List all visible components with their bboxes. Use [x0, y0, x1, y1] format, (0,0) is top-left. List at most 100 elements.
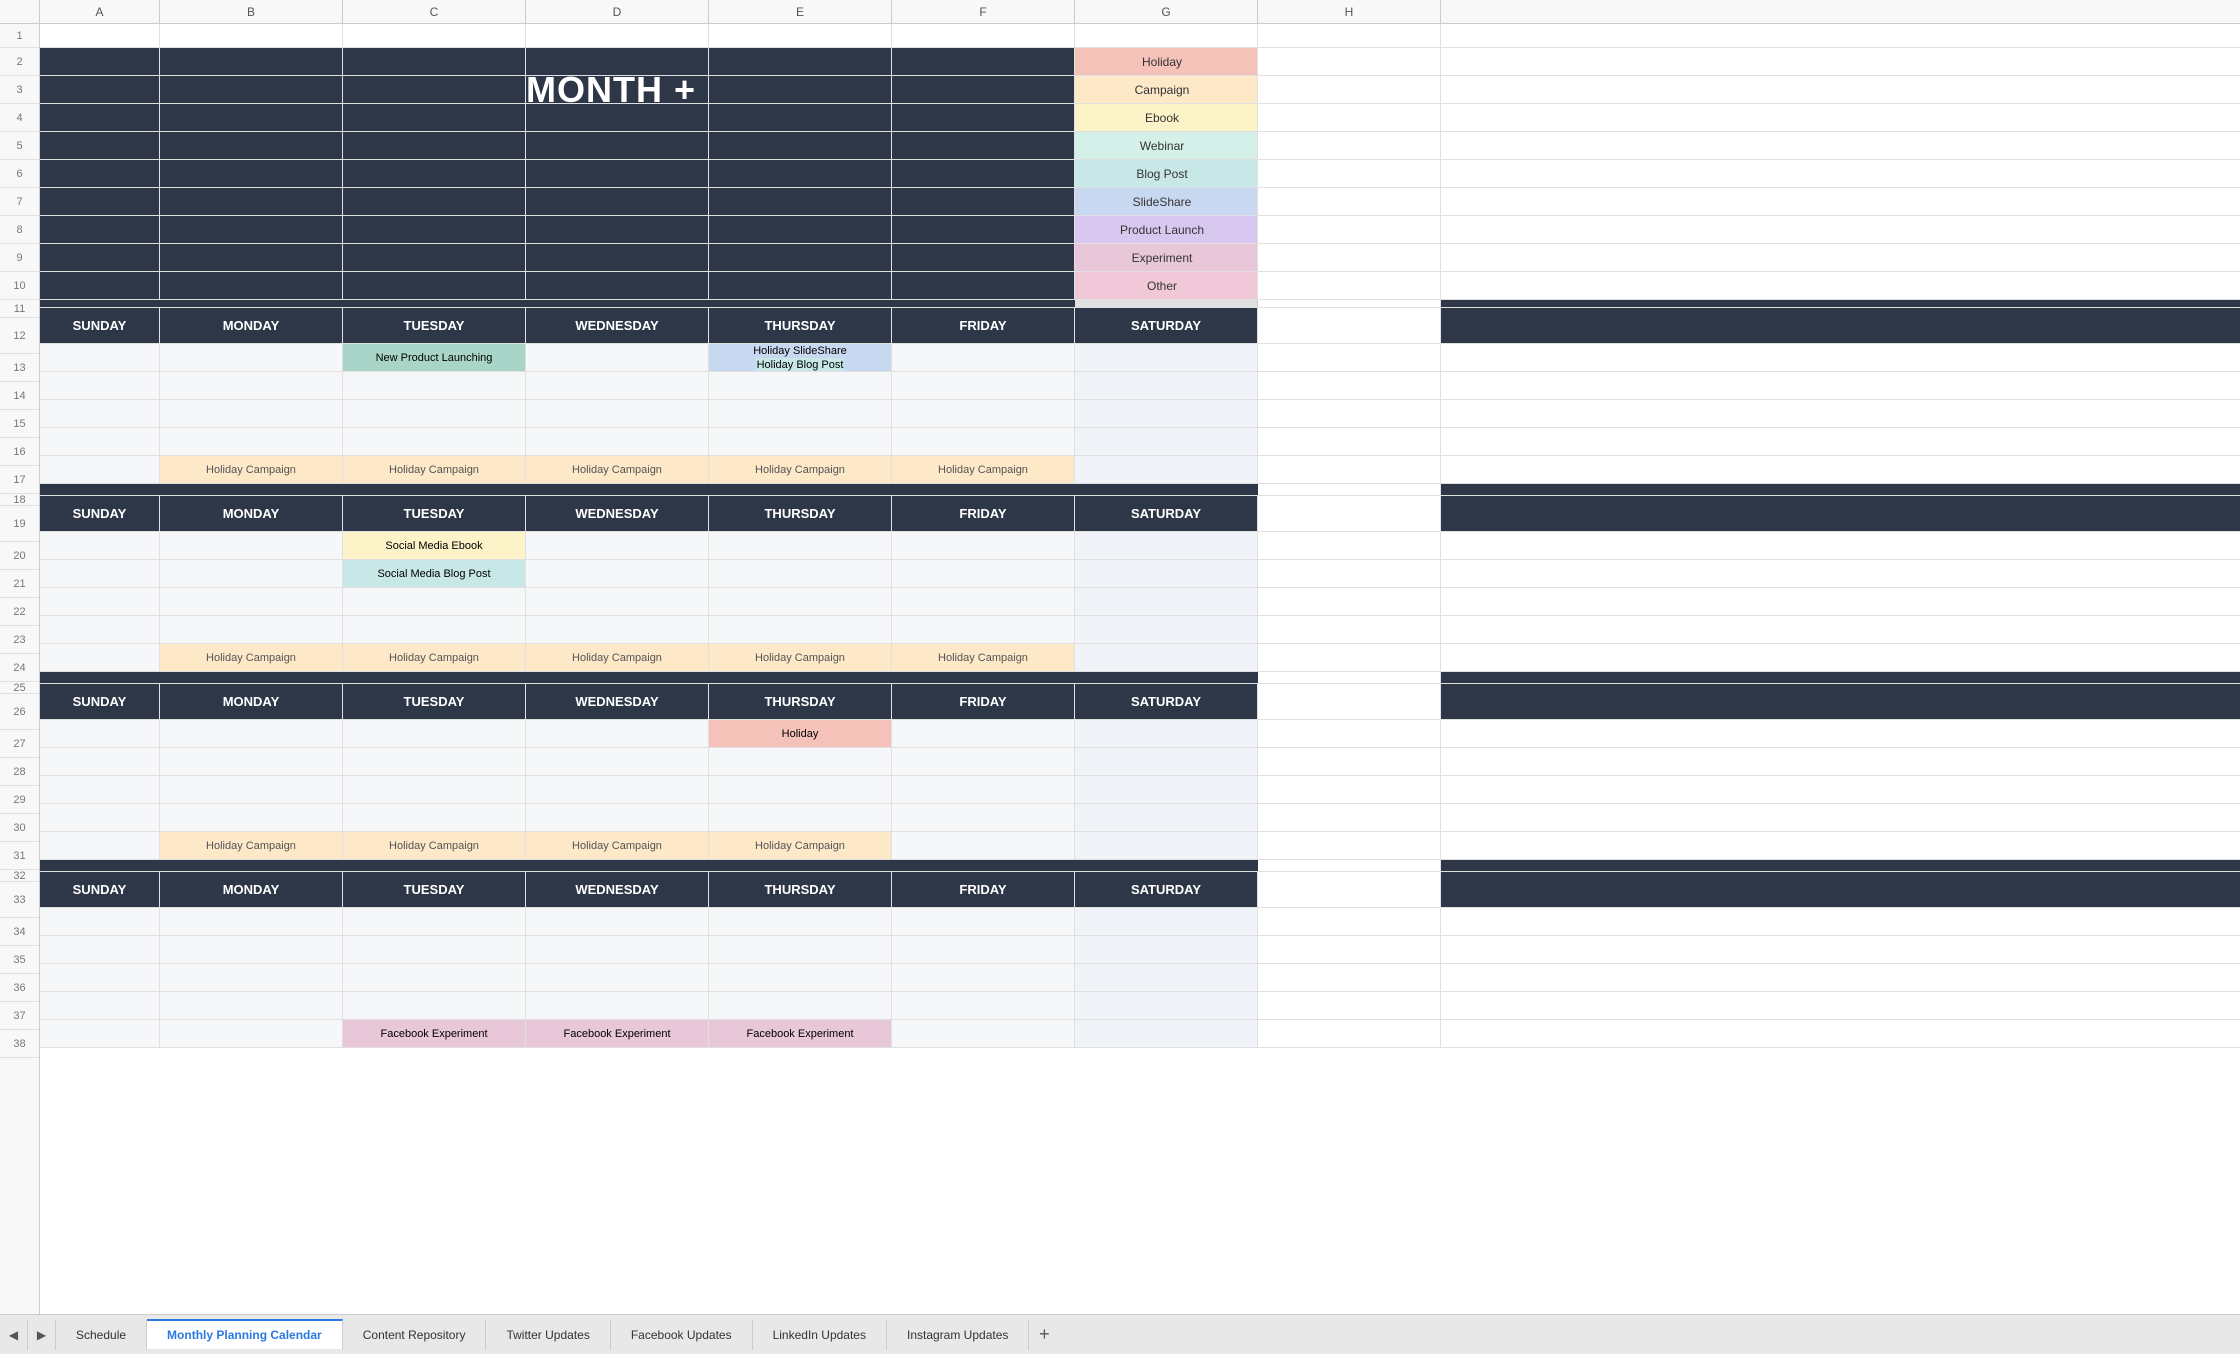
cell-r38-h [1258, 1020, 1441, 1047]
cell-r16-e [709, 428, 892, 455]
cell-r15-b [160, 400, 343, 427]
row-13: New Product Launching Holiday SlideShare… [40, 344, 2240, 372]
cell-r38-a [40, 1020, 160, 1047]
cell-r22-f [892, 588, 1075, 615]
cell-r30-b [160, 804, 343, 831]
cell-r14-g [1075, 372, 1258, 399]
cell-r37-a [40, 992, 160, 1019]
cell-r2-c [343, 48, 526, 75]
cell-r29-d [526, 776, 709, 803]
cell-r38-f [892, 1020, 1075, 1047]
cell-r24-a [40, 644, 160, 671]
cell-r6-g: Blog Post [1075, 160, 1258, 187]
tab-linkedin-updates[interactable]: LinkedIn Updates [753, 1320, 887, 1350]
cell-r29-a [40, 776, 160, 803]
cell-r16-a [40, 428, 160, 455]
cell-r30-a [40, 804, 160, 831]
cell-r36-d [526, 964, 709, 991]
cell-r27-c [343, 720, 526, 747]
row-26-week3-header: SUNDAY MONDAY TUESDAY WEDNESDAY THURSDAY… [40, 684, 2240, 720]
cell-r16-c [343, 428, 526, 455]
cell-r27-b [160, 720, 343, 747]
cell-r34-f [892, 908, 1075, 935]
cell-r27-h [1258, 720, 1441, 747]
cell-r2-d [526, 48, 709, 75]
day-header-tuesday-w2: TUESDAY [343, 496, 526, 531]
event-campaign-wed-w3: Holiday Campaign [526, 832, 709, 859]
cell-r23-e [709, 616, 892, 643]
tab-content-repository[interactable]: Content Repository [343, 1320, 487, 1350]
day-header-wednesday-w4: WEDNESDAY [526, 872, 709, 907]
cell-r35-d [526, 936, 709, 963]
tab-instagram-updates[interactable]: Instagram Updates [887, 1320, 1029, 1350]
cell-r23-f [892, 616, 1075, 643]
cell-r1-g [1075, 24, 1258, 47]
event-campaign-wed-w2: Holiday Campaign [526, 644, 709, 671]
cell-r34-c [343, 908, 526, 935]
event-campaign-mon-w2: Holiday Campaign [160, 644, 343, 671]
cell-r3-e [709, 76, 892, 103]
cell-r33-h [1258, 872, 1441, 907]
cell-r9-g: Experiment [1075, 244, 1258, 271]
cell-r23-d [526, 616, 709, 643]
tab-add-btn[interactable]: + [1029, 1320, 1059, 1350]
row-numbers: 1 2 3 4 5 6 7 8 9 10 11 12 13 14 15 16 1… [0, 24, 40, 1314]
cell-r2-g: Holiday [1075, 48, 1258, 75]
cell-r8-f [892, 216, 1075, 243]
tab-schedule[interactable]: Schedule [56, 1320, 147, 1350]
cell-r9-e [709, 244, 892, 271]
row-38: Facebook Experiment Facebook Experiment … [40, 1020, 2240, 1048]
cell-r31-a [40, 832, 160, 859]
event-campaign-fri-w2: Holiday Campaign [892, 644, 1075, 671]
event-campaign-thu-w2: Holiday Campaign [709, 644, 892, 671]
cell-r10-e [709, 272, 892, 299]
event-campaign-wed-w1: Holiday Campaign [526, 456, 709, 483]
cell-r21-f [892, 560, 1075, 587]
cell-r3-d: [INSERT MONTH + YEAR] [526, 76, 709, 103]
cell-r30-g [1075, 804, 1258, 831]
day-header-saturday-w2: SATURDAY [1075, 496, 1258, 531]
cell-r37-d [526, 992, 709, 1019]
cell-r17-g [1075, 456, 1258, 483]
cell-r7-c [343, 188, 526, 215]
cell-r9-a [40, 244, 160, 271]
row-31: Holiday Campaign Holiday Campaign Holida… [40, 832, 2240, 860]
tab-facebook-updates[interactable]: Facebook Updates [611, 1320, 753, 1350]
cell-r29-h [1258, 776, 1441, 803]
cell-r4-g: Ebook [1075, 104, 1258, 131]
cell-r16-d [526, 428, 709, 455]
cell-r30-h [1258, 804, 1441, 831]
cell-r38-g [1075, 1020, 1258, 1047]
cell-r36-g [1075, 964, 1258, 991]
day-header-monday-w2: MONDAY [160, 496, 343, 531]
event-social-blogpost: Social Media Blog Post [343, 560, 526, 587]
tab-monthly-planning-calendar[interactable]: Monthly Planning Calendar [147, 1319, 343, 1349]
row-15 [40, 400, 2240, 428]
cell-r3-a [40, 76, 160, 103]
cell-r10-b [160, 272, 343, 299]
cell-r29-g [1075, 776, 1258, 803]
cell-r21-h [1258, 560, 1441, 587]
cell-r10-d [526, 272, 709, 299]
cell-r20-d [526, 532, 709, 559]
spreadsheet-container: A B C D E F G H 1 2 3 4 5 6 7 8 9 10 11 … [0, 0, 2240, 1354]
cell-r10-c [343, 272, 526, 299]
cell-r14-h [1258, 372, 1441, 399]
row-12-week1-header: SUNDAY MONDAY TUESDAY WEDNESDAY THURSDAY… [40, 308, 2240, 344]
col-header-a: A [40, 0, 160, 23]
tab-twitter-updates[interactable]: Twitter Updates [486, 1320, 610, 1350]
cell-r10-h [1258, 272, 1441, 299]
cell-r22-d [526, 588, 709, 615]
cell-r8-d [526, 216, 709, 243]
cell-r15-f [892, 400, 1075, 427]
row-33-week4-header: SUNDAY MONDAY TUESDAY WEDNESDAY THURSDAY… [40, 872, 2240, 908]
tab-next-btn[interactable]: ▶ [28, 1320, 56, 1350]
row-37 [40, 992, 2240, 1020]
cell-r6-h [1258, 160, 1441, 187]
cell-r1-a [40, 24, 160, 47]
cell-r10-f [892, 272, 1075, 299]
cell-r19-h [1258, 496, 1441, 531]
tab-prev-btn[interactable]: ◀ [0, 1320, 28, 1350]
cell-r36-e [709, 964, 892, 991]
cell-r6-e [709, 160, 892, 187]
